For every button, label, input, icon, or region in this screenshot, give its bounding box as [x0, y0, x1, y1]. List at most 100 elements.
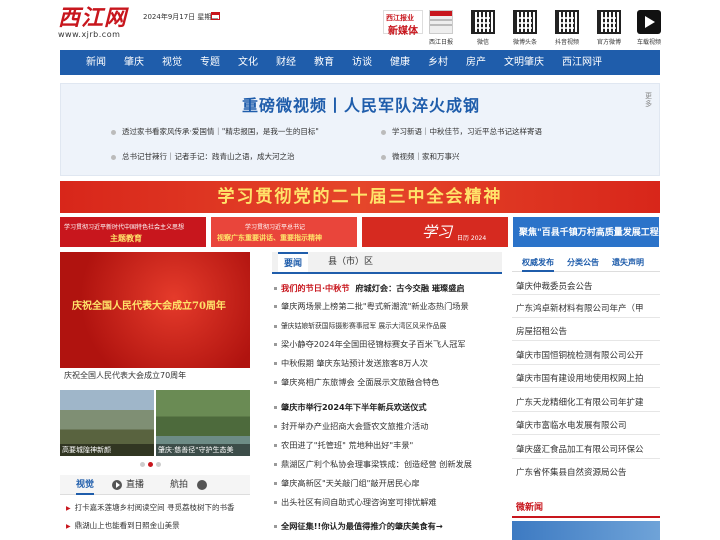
news-item[interactable]: 封开举办产业招商大会暨农文旅推介活动 — [274, 420, 504, 432]
news-item[interactable]: 梁小静夺2024年全国田径锦标赛女子百米飞人冠军 — [274, 338, 504, 350]
site-logo[interactable]: 西江网 www.xjrb.com — [58, 6, 128, 42]
new-media-badge[interactable]: 西江报业 新媒体 — [380, 10, 426, 37]
divider — [512, 387, 660, 388]
hero-image: 庆祝全国人民代表大会成立70周年 — [60, 252, 250, 368]
nav-item-health[interactable]: 健康 — [381, 50, 419, 75]
weixin-news-image[interactable] — [512, 521, 660, 540]
nav-item-education[interactable]: 教育 — [305, 50, 343, 75]
theme-banner[interactable]: 学习贯彻党的二十届三中全会精神 — [60, 181, 660, 213]
new-media-logo-icon: 西江报业 新媒体 — [383, 10, 423, 37]
site-header: 西江网 www.xjrb.com 2024年9月17日 星期二 西江报业 新媒体… — [0, 0, 720, 50]
divider — [512, 317, 660, 318]
notice-item[interactable]: 肇庆盛汇食品加工有限公司环保公 — [516, 443, 656, 455]
nav-item-topics[interactable]: 专题 — [191, 50, 229, 75]
promo-study-calendar[interactable]: 学习 日历 2024 — [362, 217, 508, 247]
news-item[interactable]: 肇庆高新区"天关敲门组"敲开居民心扉 — [274, 477, 504, 489]
hero-caption[interactable]: 庆祝全国人民代表大会成立70周年 — [60, 368, 250, 384]
divider — [512, 411, 660, 412]
carousel-dot[interactable] — [156, 462, 161, 467]
tab-classified[interactable]: 分类公告 — [567, 254, 599, 272]
photo-thumb[interactable]: 肇庆·慈善径"守护生态美 — [156, 390, 250, 456]
carousel-dot[interactable] — [140, 462, 145, 467]
tab-headlines[interactable]: 要闻 — [278, 252, 309, 272]
headline-link[interactable]: 学习新语｜中秋佳节，习近平总书记这样寄语 — [381, 126, 542, 137]
news-item[interactable]: 农田进了"托管班" 荒地种出好"丰景" — [274, 439, 504, 451]
nav-item-civilization[interactable]: 文明肇庆 — [495, 50, 553, 75]
news-item[interactable]: 我们的节日·中秋节 府城灯会：古今交融 璀璨盛启 — [274, 282, 504, 294]
tab-aerial[interactable]: 航拍 — [170, 475, 207, 495]
promo-study-thought[interactable]: 学习贯彻习近平新时代中国特色社会主义思想 主题教育 — [60, 217, 206, 247]
list-item[interactable]: 打卡嘉禾莲塘乡村阅读空间 寻觅荔枝树下的书香 — [66, 502, 250, 513]
current-date: 2024年9月17日 星期二 — [143, 13, 219, 21]
tab-official[interactable]: 权威发布 — [522, 254, 554, 272]
notice-tabs: 权威发布 分类公告 遗失声明 — [512, 254, 660, 272]
notice-item[interactable]: 广东鸿卓新材料有限公司年产（甲 — [516, 302, 656, 314]
notice-item[interactable]: 广东天龙精细化工有限公司年扩建 — [516, 396, 656, 408]
notice-item[interactable]: 肇庆市国有建设用地使用权网上拍 — [516, 372, 656, 384]
nav-item-commentary[interactable]: 西江网评 — [553, 50, 611, 75]
photo-thumb[interactable]: 高要城隍神新颜 — [60, 390, 154, 456]
news-item[interactable]: 出头社区有间自助式心理咨询室可排忧解难 — [274, 496, 504, 508]
qr-weibo[interactable]: 官方微博 — [592, 10, 626, 46]
nav-item-news[interactable]: 新闻 — [60, 50, 115, 75]
headline-link[interactable]: 微视频｜家和万事兴 — [381, 151, 460, 162]
news-item[interactable]: 肇庆两场景上榜第二批"粤式新潮流"新业态热门场景 — [274, 300, 504, 312]
nav-item-zhaoqing[interactable]: 肇庆 — [115, 50, 153, 75]
carousel-dots — [140, 460, 164, 470]
video-tabs: 视觉 直播 航拍 — [60, 475, 250, 495]
calendar-icon — [211, 12, 220, 20]
tab-counties[interactable]: 县（市）区 — [322, 252, 379, 272]
headline-link[interactable]: 透过家书看家风传承·爱国情｜"精忠报国，是我一生的目标" — [111, 126, 319, 137]
nav-item-interview[interactable]: 访谈 — [343, 50, 381, 75]
nav-item-village[interactable]: 乡村 — [419, 50, 457, 75]
logo-title: 西江网 — [58, 5, 128, 31]
news-item[interactable]: 肇庆亮相广东旅博会 全面展示文旅融合特色 — [274, 376, 504, 388]
divider — [512, 340, 660, 341]
tab-visual[interactable]: 视觉 — [76, 475, 95, 495]
divider — [512, 364, 660, 365]
nav-item-finance[interactable]: 财经 — [267, 50, 305, 75]
notice-item[interactable]: 肇庆市国恒铜梳检测有限公司公开 — [516, 349, 656, 361]
divider — [512, 294, 660, 295]
news-item[interactable]: 肇庆姑娘斩获国际摄影赛事冠军 展示大湾区风采作品展 — [274, 320, 504, 330]
qr-douyin[interactable]: 抖音视频 — [550, 10, 584, 46]
carousel-dot[interactable] — [148, 462, 153, 467]
notice-item[interactable]: 肇庆市富临水电发展有限公司 — [516, 419, 656, 431]
promo-guangdong-speech[interactable]: 学习贯彻习近平总书记 视察广东重要讲话、重要指示精神 — [211, 217, 357, 247]
headline-title[interactable]: 重磅微视频丨人民军队淬火成钢 — [61, 92, 661, 116]
qr-weixin[interactable]: 微信 — [466, 10, 500, 46]
qr-code-icon — [597, 10, 621, 34]
news-item[interactable]: 肇庆市举行2024年下半年新兵欢送仪式 — [274, 401, 504, 413]
nav-item-property[interactable]: 房产 — [457, 50, 495, 75]
news-item[interactable]: 中秋假期 肇庆东站预计发送旅客8万人次 — [274, 357, 504, 369]
divider — [512, 434, 660, 435]
promo-village-project[interactable]: 聚焦"百县千镇万村高质量发展工程" — [513, 217, 659, 247]
qr-code-icon — [471, 10, 495, 34]
headline-box: 重磅微视频丨人民军队淬火成钢 更多 透过家书看家风传承·爱国情｜"精忠报国，是我… — [60, 83, 660, 176]
tab-live[interactable]: 直播 — [112, 475, 144, 495]
notice-item[interactable]: 房屋招租公告 — [516, 325, 656, 337]
hero-slide[interactable]: 庆祝全国人民代表大会成立70周年 庆祝全国人民代表大会成立70周年 — [60, 252, 250, 384]
headline-link[interactable]: 总书记甘辣行｜记者手记：践青山之语，成大河之治 — [111, 151, 295, 162]
nav-item-visual[interactable]: 视觉 — [153, 50, 191, 75]
logo-url: www.xjrb.com — [58, 30, 121, 39]
main-nav: 新闻 肇庆 视觉 专题 文化 财经 教育 访谈 健康 乡村 房产 文明肇庆 西江… — [60, 50, 660, 75]
newspaper-icon — [429, 10, 453, 34]
qr-code-icon — [513, 10, 537, 34]
qr-paper[interactable]: 西江日报 — [424, 10, 458, 46]
nav-item-culture[interactable]: 文化 — [229, 50, 267, 75]
qr-car-video[interactable]: 车载视频 — [632, 10, 666, 46]
tab-lost-notice[interactable]: 遗失声明 — [612, 254, 644, 272]
notice-item[interactable]: 广东省怀集县自然资源局公告 — [516, 466, 656, 478]
qr-code-icon — [555, 10, 579, 34]
play-icon — [637, 10, 661, 34]
notice-item[interactable]: 肇庆仲裁委员会公告 — [516, 280, 656, 292]
qr-weibo-headline[interactable]: 微博头条 — [508, 10, 542, 46]
news-item[interactable]: 鼎湖区广利个私协会理事梁铁成：创造经营 创新发展 — [274, 458, 504, 470]
list-item[interactable]: 鼎湖山上也能看到日照金山美景 — [66, 520, 250, 531]
more-link[interactable]: 更多 — [645, 92, 655, 108]
weixin-news-header: 微新闻 — [512, 500, 660, 518]
divider — [512, 458, 660, 459]
news-item[interactable]: 全网征集!!你认为最值得推介的肇庆美食有→ — [274, 520, 504, 532]
news-tabs: 要闻 县（市）区 — [272, 252, 502, 274]
